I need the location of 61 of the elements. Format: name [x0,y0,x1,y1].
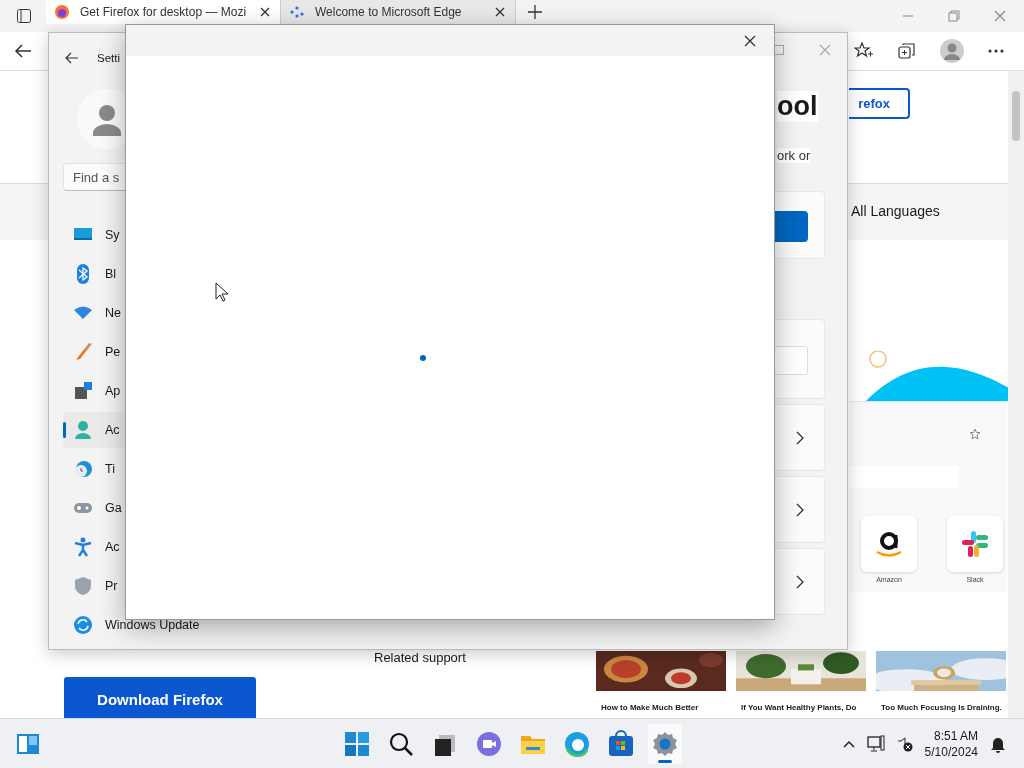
chevron-right-icon [796,574,804,589]
article-title: Too Much Focusing Is Draining. [880,703,1003,713]
selection-indicator [63,422,66,438]
accessibility-icon [73,537,93,557]
browser-tab[interactable]: Get Firefox for desktop — Mozi [46,0,281,24]
scroll-thumb[interactable] [1012,91,1020,141]
dots-logo-icon [289,4,305,20]
article-title: If You Want Healthy Plants, Do [740,703,858,713]
chevron-right-icon [796,502,804,517]
more-icon[interactable] [988,49,1004,53]
speaker-muted-icon[interactable] [896,735,913,752]
article-title: How to Make Much Better [600,703,700,713]
close-icon[interactable] [743,33,757,48]
widgets-icon[interactable] [16,732,40,755]
page-heading: ool [777,91,818,122]
collections-icon[interactable] [898,42,916,60]
update-icon [73,615,93,635]
store-icon [607,730,635,758]
shortcut-tile[interactable] [947,516,1003,572]
clock-date: 5/10/2024 [924,743,978,760]
cursor-icon [215,282,229,302]
chat-icon [475,730,503,758]
new-tab-icon[interactable] [528,5,542,19]
chevron-right-icon [796,430,804,445]
language-text: All Languages [851,203,940,219]
search-icon [387,730,415,758]
article-card[interactable]: How to Make Much Better [596,651,726,713]
download-button[interactable]: Download Firefox [64,677,256,718]
close-icon[interactable] [493,5,507,19]
loading-dot-icon [420,355,426,361]
back-arrow-icon[interactable] [65,52,79,64]
hash-logo-icon [960,529,990,559]
chevron-up-icon[interactable] [842,739,855,748]
browser-icon [563,730,591,758]
back-arrow-icon[interactable] [14,43,32,59]
tab-actions-icon[interactable] [16,8,32,24]
browser-tab[interactable]: Welcome to Microsoft Edge [281,0,516,24]
close-icon[interactable] [258,5,272,19]
person-icon [73,420,93,440]
article-card[interactable]: Too Much Focusing Is Draining. [876,651,1006,713]
clock-icon [73,459,93,479]
shield-icon [73,576,93,596]
network-icon[interactable] [866,734,885,753]
avatar-icon[interactable] [940,39,964,63]
star-icon [969,428,981,440]
shortcut-tile[interactable] [861,516,917,572]
apps-icon [73,381,93,401]
article-card[interactable]: If You Want Healthy Plants, Do [736,651,866,713]
smile-arrow-icon [874,529,904,559]
gear-icon [651,730,679,758]
window-title: Setti [97,52,120,64]
start-icon [343,730,371,758]
clock-time: 8:51 AM [933,727,978,744]
clock[interactable]: 8:51 AM 5/10/2024 [924,727,978,760]
favorites-star-icon[interactable] [854,42,874,60]
fox-logo-icon [54,4,70,20]
related-support-heading: Related support [374,650,466,665]
scrollbar[interactable] [1008,71,1024,719]
page-text: ork or [777,148,811,163]
brush-icon [73,342,93,362]
active-indicator [658,760,672,763]
